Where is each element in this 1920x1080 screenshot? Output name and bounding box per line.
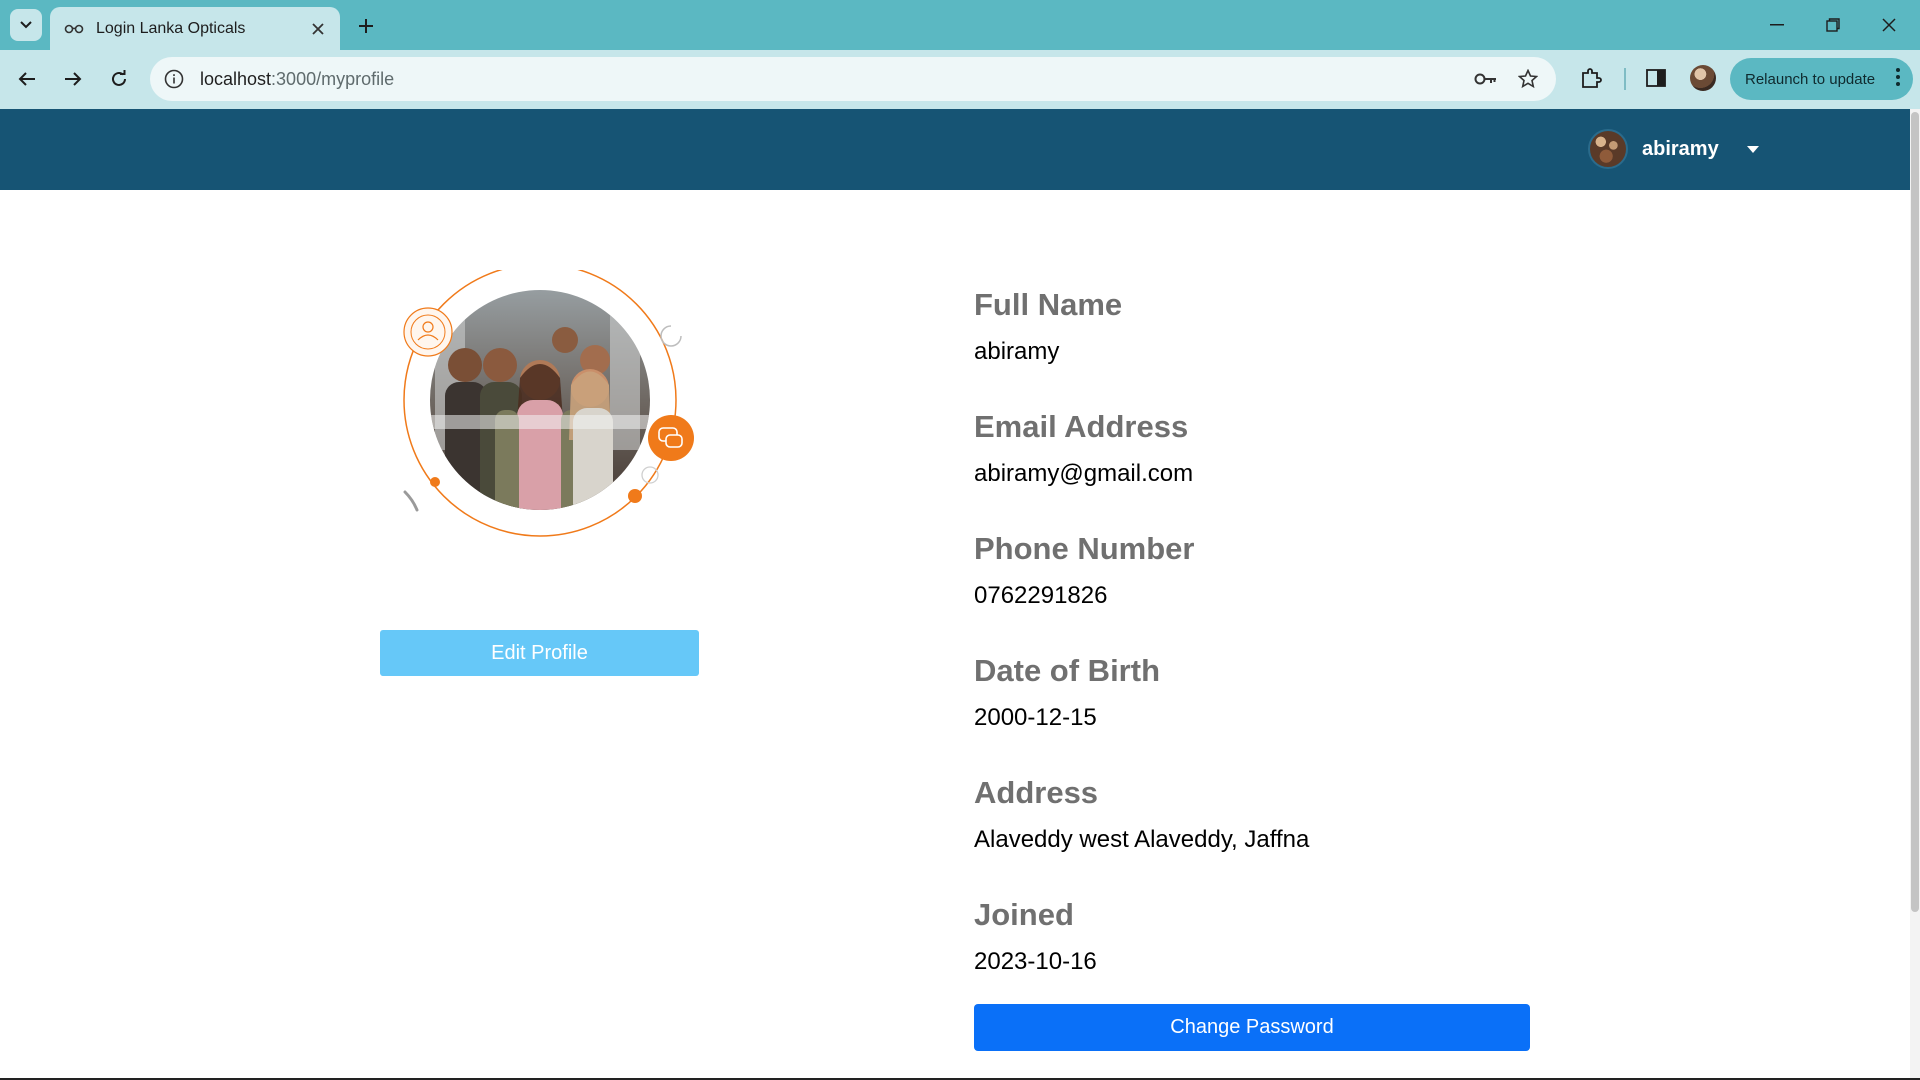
browser-tab-strip: Login Lanka Opticals	[0, 0, 1920, 50]
chevron-down-icon	[20, 21, 32, 29]
forward-button[interactable]	[58, 64, 88, 94]
profile-details: Full Name abiramy Email Address abiramy@…	[974, 286, 1534, 1018]
browser-toolbar: localhost:3000/myprofile	[0, 50, 1920, 109]
caret-down-icon	[1746, 145, 1759, 153]
field-address: Address Alaveddy west Alaveddy, Jaffna	[974, 774, 1534, 896]
field-value: 2023-10-16	[974, 948, 1097, 975]
field-value: Alaveddy west Alaveddy, Jaffna	[974, 826, 1310, 853]
more-menu-icon	[1895, 68, 1901, 86]
field-label: Email Address	[974, 409, 1189, 444]
back-button[interactable]	[12, 64, 42, 94]
reload-icon	[112, 70, 126, 86]
field-label: Joined	[974, 897, 1074, 932]
username-label: abiramy	[1642, 137, 1719, 160]
new-tab-button[interactable]	[352, 12, 380, 40]
user-menu[interactable]: abiramy	[1588, 129, 1759, 169]
field-value: 2000-12-15	[974, 704, 1097, 731]
close-window-button[interactable]	[1874, 10, 1904, 40]
field-value: abiramy	[974, 338, 1060, 365]
field-joined: Joined 2023-10-16	[974, 896, 1534, 1018]
field-value: 0762291826	[974, 582, 1108, 609]
close-icon	[1882, 18, 1896, 32]
field-dob: Date of Birth 2000-12-15	[974, 652, 1534, 774]
field-value: abiramy@gmail.com	[974, 460, 1194, 487]
field-label: Address	[974, 775, 1099, 810]
address-bar[interactable]: localhost:3000/myprofile	[150, 57, 1556, 101]
glasses-icon	[64, 23, 84, 35]
restore-button[interactable]	[1818, 10, 1848, 40]
key-icon[interactable]	[1474, 67, 1498, 91]
url-text: localhost:3000/myprofile	[200, 68, 395, 89]
browser-profile-avatar[interactable]	[1690, 65, 1716, 91]
site-info-icon[interactable]	[162, 67, 186, 91]
reload-button[interactable]	[104, 64, 134, 94]
field-email: Email Address abiramy@gmail.com	[974, 408, 1534, 530]
user-avatar	[1588, 129, 1628, 169]
arrow-right-icon	[65, 72, 82, 86]
profile-page: Edit Profile Full Name abiramy Email Add…	[0, 190, 1910, 1080]
relaunch-button[interactable]: Relaunch to update	[1730, 58, 1913, 100]
extensions-icon[interactable]	[1577, 64, 1605, 92]
field-label: Full Name	[974, 287, 1123, 322]
plus-icon	[359, 19, 373, 33]
change-password-button[interactable]: Change Password	[974, 1004, 1530, 1051]
field-phone: Phone Number 0762291826	[974, 530, 1534, 652]
relaunch-label: Relaunch to update	[1745, 70, 1876, 88]
field-label: Phone Number	[974, 531, 1195, 566]
scrollbar-thumb[interactable]	[1911, 112, 1919, 912]
tab-search-button[interactable]	[10, 9, 42, 41]
edit-profile-button[interactable]: Edit Profile	[380, 630, 699, 676]
restore-icon	[1826, 18, 1840, 32]
minimize-button[interactable]	[1762, 10, 1792, 40]
field-full-name: Full Name abiramy	[974, 286, 1534, 408]
bookmark-star-icon[interactable]	[1516, 67, 1540, 91]
field-label: Date of Birth	[974, 653, 1160, 688]
minimize-icon	[1770, 24, 1784, 26]
app-header: abiramy	[0, 109, 1910, 190]
profile-illustration	[395, 270, 695, 570]
close-tab-icon[interactable]	[310, 21, 326, 37]
toolbar-divider	[1624, 68, 1626, 90]
side-panel-icon[interactable]	[1642, 64, 1670, 92]
active-tab[interactable]: Login Lanka Opticals	[50, 7, 340, 50]
tab-title: Login Lanka Opticals	[96, 19, 246, 37]
arrow-left-icon	[18, 72, 35, 86]
